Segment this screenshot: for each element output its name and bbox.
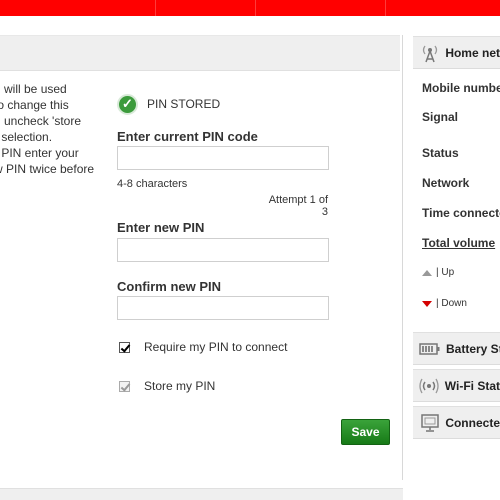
intro-line: r PIN enter your: [0, 146, 79, 160]
pin-status: ✓ PIN STORED: [117, 92, 220, 116]
home-network-title: Home net: [445, 45, 500, 60]
battery-status-header[interactable]: Battery St: [413, 332, 500, 365]
check-icon: ✓: [117, 93, 138, 115]
current-pin-input[interactable]: [117, 146, 329, 170]
status-sidebar: Home net Mobile numbe Signal Status Netw…: [413, 36, 500, 500]
attempt-counter: Attempt 1 of 3: [268, 194, 328, 218]
wifi-icon: [419, 377, 440, 395]
store-pin-option: Store my PIN: [119, 379, 215, 393]
home-network-details: Mobile numbe Signal Status Network Time …: [413, 69, 500, 329]
require-pin-checkbox[interactable]: [119, 341, 130, 353]
pin-status-label: PIN STORED: [147, 97, 221, 111]
current-pin-label: Enter current PIN code: [117, 129, 258, 144]
new-pin-input[interactable]: [117, 238, 329, 262]
wifi-status-header[interactable]: Wi-Fi Stat: [413, 369, 500, 402]
connected-devices-title: Connecte: [445, 415, 500, 430]
upload-label: | Up: [436, 267, 455, 278]
monitor-icon: [419, 413, 440, 432]
new-pin-label: Enter new PIN: [117, 220, 205, 235]
antenna-icon: [419, 43, 440, 63]
confirm-pin-input[interactable]: [117, 296, 329, 320]
confirm-pin-label: Confirm new PIN: [117, 279, 222, 294]
wifi-status-title: Wi-Fi Stat: [444, 378, 500, 393]
pin-length-hint: 4-8 characters: [117, 178, 188, 190]
bottom-panel-strip: [0, 488, 403, 500]
total-volume-link[interactable]: Total volume: [422, 236, 495, 250]
intro-text: d will be used to change this d uncheck …: [0, 81, 104, 177]
battery-status-title: Battery St: [446, 341, 500, 356]
top-brand-bar: [0, 0, 500, 16]
download-volume: | Down: [422, 298, 467, 309]
intro-line: w PIN twice before: [0, 162, 95, 176]
pin-settings-panel: d will be used to change this d uncheck …: [0, 35, 403, 480]
topbar-divider: [155, 0, 156, 16]
battery-icon: [419, 342, 441, 356]
mobile-number-label: Mobile numbe: [422, 81, 500, 95]
download-label: | Down: [436, 298, 467, 309]
signal-label: Signal: [422, 110, 459, 124]
require-pin-label: Require my PIN to connect: [144, 340, 288, 354]
time-connected-label: Time connecte: [422, 206, 500, 220]
arrow-up-icon: [422, 269, 432, 276]
status-label: Status: [422, 146, 459, 160]
home-network-header[interactable]: Home net: [413, 36, 500, 69]
store-pin-checkbox: [119, 380, 130, 392]
store-pin-label: Store my PIN: [144, 379, 216, 393]
topbar-divider: [385, 0, 386, 16]
topbar-divider: [255, 0, 256, 16]
require-pin-option[interactable]: Require my PIN to connect: [119, 340, 287, 354]
intro-line: r selection.: [0, 130, 53, 144]
connected-devices-header[interactable]: Connecte: [413, 406, 500, 439]
save-button[interactable]: Save: [341, 419, 390, 445]
intro-line: to change this: [0, 98, 69, 112]
network-label: Network: [422, 176, 470, 190]
upload-volume: | Up: [422, 267, 454, 278]
panel-header: [0, 35, 400, 71]
intro-line: d will be used: [0, 82, 67, 96]
intro-line: d uncheck 'store: [0, 114, 82, 128]
arrow-down-icon: [422, 300, 432, 307]
